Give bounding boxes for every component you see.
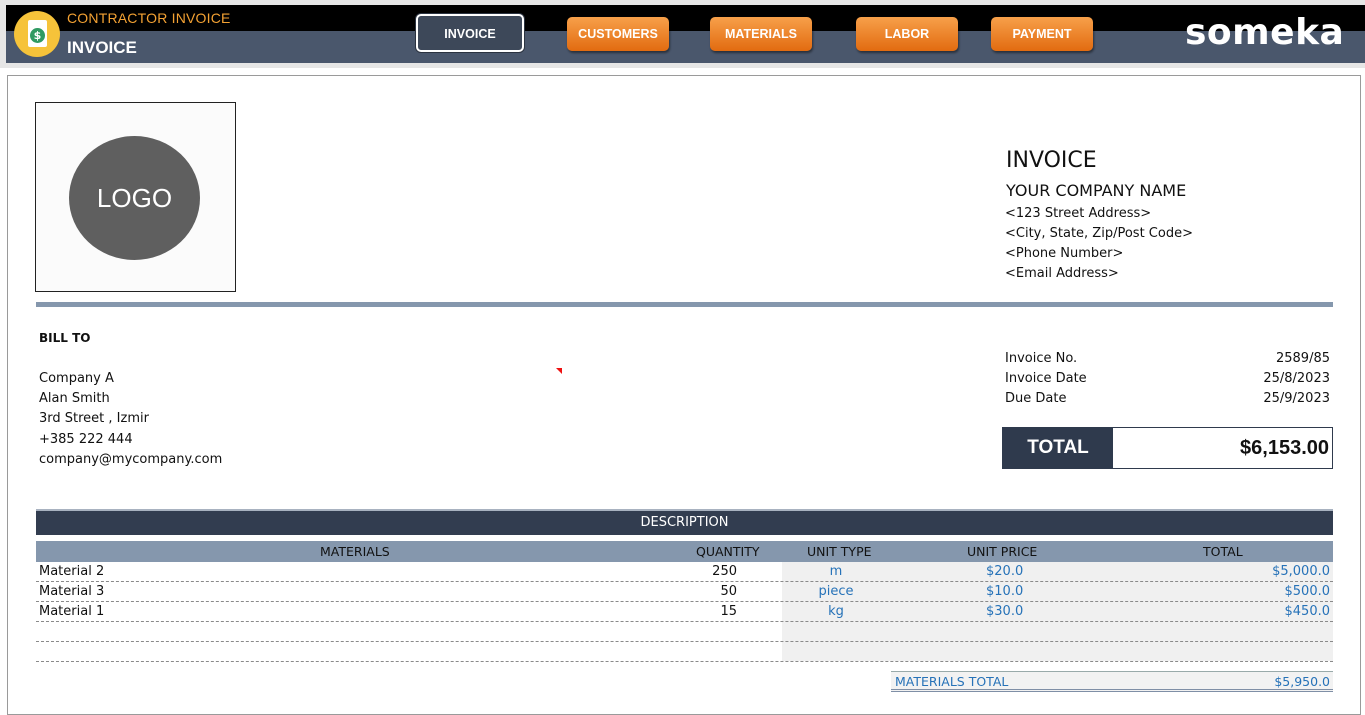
material-line-total: $500.0 (1284, 584, 1331, 599)
invoice-dollar-icon: $ (14, 11, 60, 57)
material-quantity: 50 (720, 584, 737, 599)
page-title: INVOICE (67, 38, 137, 57)
materials-total-value: $5,950.0 (1274, 674, 1330, 689)
material-unit-price: $10.0 (986, 584, 1024, 599)
cell-comment-indicator[interactable] (556, 368, 562, 374)
grand-total-box: TOTAL $6,153.00 (1002, 427, 1333, 469)
table-row[interactable]: Material 1 15 kg $30.0 $450.0 (36, 602, 1333, 622)
material-unit: kg (828, 604, 844, 619)
bill-to-email: company@mycompany.com (39, 452, 223, 467)
invoice-date-value[interactable]: 25/8/2023 (1263, 371, 1330, 386)
due-date-value[interactable]: 25/9/2023 (1263, 391, 1330, 406)
grand-total-value: $6,153.00 (1240, 437, 1329, 459)
logo-placeholder[interactable]: LOGO (35, 102, 236, 292)
description-header: DESCRIPTION (36, 509, 1333, 535)
material-name: Material 3 (39, 584, 105, 599)
company-phone: <Phone Number> (1005, 246, 1124, 261)
material-unit-price: $30.0 (986, 604, 1024, 619)
banner-slate-strip (6, 31, 1365, 63)
bill-to-contact: Alan Smith (39, 391, 110, 406)
table-row[interactable]: Material 2 250 m $20.0 $5,000.0 (36, 562, 1333, 582)
table-column-headers: MATERIALS QUANTITY UNIT TYPE UNIT PRICE … (36, 541, 1333, 562)
bill-to-label: BILL TO (39, 331, 91, 345)
top-banner: $ CONTRACTOR INVOICE INVOICE INVOICE CUS… (0, 0, 1365, 68)
material-unit: piece (818, 584, 854, 599)
section-divider (36, 302, 1333, 307)
bill-to-company[interactable]: Company A (39, 371, 114, 386)
nav-payment-button[interactable]: PAYMENT (991, 17, 1093, 51)
bill-to-street: 3rd Street , Izmir (39, 411, 149, 426)
material-unit-price: $20.0 (986, 564, 1024, 579)
nav-customers-button[interactable]: CUSTOMERS (567, 17, 669, 51)
material-line-total: $5,000.0 (1272, 564, 1330, 579)
col-unit-type: UNIT TYPE (807, 544, 872, 559)
material-line-total: $450.0 (1284, 604, 1331, 619)
material-unit: m (829, 564, 843, 579)
company-city: <City, State, Zip/Post Code> (1005, 226, 1193, 241)
table-row-empty[interactable] (36, 642, 1333, 662)
materials-total-label: MATERIALS TOTAL (895, 674, 1009, 689)
invoice-date-label: Invoice Date (1005, 371, 1087, 386)
col-unit-price: UNIT PRICE (967, 544, 1038, 559)
material-name: Material 1 (39, 604, 105, 619)
col-quantity: QUANTITY (696, 544, 760, 559)
table-row[interactable]: Material 3 50 piece $10.0 $500.0 (36, 582, 1333, 602)
bill-to-phone: +385 222 444 (39, 432, 133, 447)
col-total: TOTAL (1203, 544, 1243, 559)
company-name: YOUR COMPANY NAME (1006, 181, 1187, 200)
brand-logo[interactable]: someka (1185, 12, 1344, 53)
material-quantity: 250 (712, 564, 737, 579)
materials-total-row: MATERIALS TOTAL $5,950.0 (891, 671, 1333, 692)
app-title: CONTRACTOR INVOICE (67, 10, 231, 26)
dollar-coin-icon: $ (30, 28, 45, 43)
table-row-empty[interactable] (36, 622, 1333, 642)
company-email: <Email Address> (1005, 266, 1119, 281)
nav-invoice-button[interactable]: INVOICE (416, 14, 524, 52)
nav-materials-button[interactable]: MATERIALS (710, 17, 812, 51)
logo-circle: LOGO (69, 136, 200, 260)
invoice-heading: INVOICE (1006, 148, 1097, 173)
material-quantity: 15 (720, 604, 737, 619)
company-address: <123 Street Address> (1005, 206, 1152, 221)
nav-labor-button[interactable]: LABOR (856, 17, 958, 51)
material-name: Material 2 (39, 564, 105, 579)
grand-total-label: TOTAL (1003, 428, 1113, 468)
invoice-no-value[interactable]: 2589/85 (1276, 351, 1330, 366)
due-date-label: Due Date (1005, 391, 1067, 406)
invoice-no-label: Invoice No. (1005, 351, 1078, 366)
col-materials: MATERIALS (320, 544, 390, 559)
